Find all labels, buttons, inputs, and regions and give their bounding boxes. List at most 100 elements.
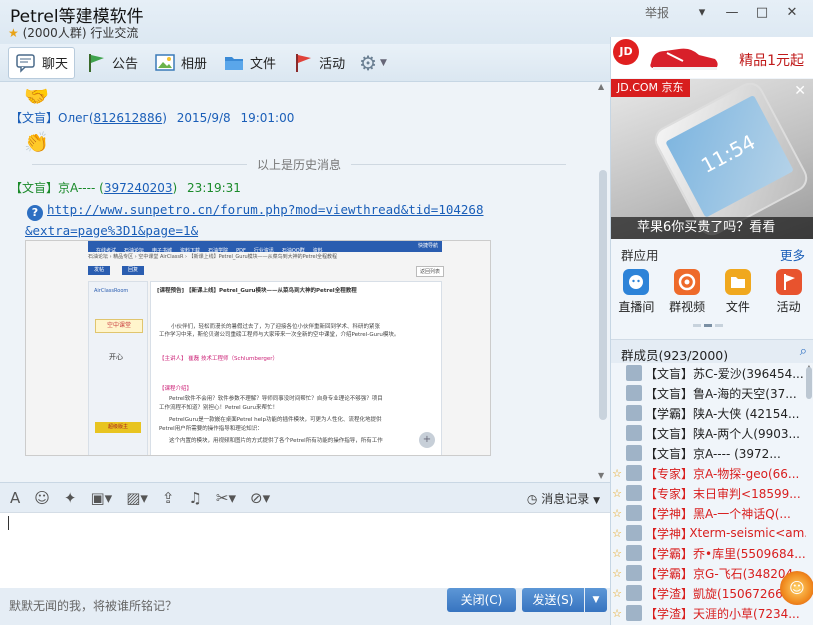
member-row[interactable]: ☆ 【学神】 黑A-一个神话Q(... [611, 503, 806, 523]
tab-album[interactable]: 相册 [148, 47, 213, 79]
music-icon[interactable]: ♫ [188, 489, 201, 507]
chevron-down-icon[interactable]: ▼ [380, 58, 387, 68]
report-link[interactable]: 举报 [645, 4, 669, 21]
avatar [626, 385, 642, 401]
zoom-in-icon[interactable]: + [419, 432, 435, 448]
font-icon[interactable]: A [10, 489, 20, 507]
members-scrollbar[interactable] [806, 367, 812, 399]
tab-announcement[interactable]: 公告 [79, 47, 144, 79]
jd-com-tag: JD.COM 京东 [611, 79, 690, 97]
send-options-chevron-icon[interactable]: ▼ [585, 588, 607, 612]
app-group-video[interactable]: 群视频 [664, 269, 710, 321]
member-row[interactable]: ☆ 【专家】 末日审判<18599... [611, 483, 806, 503]
jd-banner-ad[interactable]: JD 精品1元起 [611, 37, 813, 78]
member-name: 【文盲】 [645, 366, 694, 381]
member-row[interactable]: 【文盲】 陕A-两个人(9903... [611, 423, 806, 443]
apps-page-indicator[interactable] [693, 324, 723, 327]
tab-chat[interactable]: 聊天 [8, 46, 76, 79]
tab-activity[interactable]: 活动 [286, 47, 351, 79]
member-row[interactable]: ☆ 【学霸】 乔•库里(5509684... [611, 543, 806, 563]
handshake-emoji-icon: 🤝 [24, 84, 49, 108]
gear-icon[interactable]: ⚙ [359, 51, 377, 75]
maximize-button[interactable]: □ [747, 2, 777, 22]
message-link-line1[interactable]: http://www.sunpetro.cn/forum.php?mod=vie… [47, 202, 484, 217]
member-row[interactable]: 【文盲】 京A---- (3972... [611, 443, 806, 463]
sender-qq-close: ) [162, 111, 167, 125]
sender-qq[interactable]: 397240203 [104, 181, 173, 195]
gift-icon[interactable]: ▣▾ [90, 489, 112, 507]
magic-icon[interactable]: ✦ [64, 489, 77, 507]
member-row[interactable]: ☆ 【学渣】 天涯的小草(7234... [611, 603, 806, 623]
phone-screen-time: 11:54 [665, 94, 794, 218]
search-icon[interactable]: ⌕ [800, 344, 807, 359]
member-name: 【文盲】 [645, 446, 694, 461]
avatar [626, 525, 642, 541]
app-activity[interactable]: 活动 [766, 269, 812, 321]
shared-forum-screenshot[interactable]: 在线考试 石油论坛 电子书城 资料下载 石油学院 PDF 行业资讯 石油QQ群 资料 快捷导航 石… [25, 240, 491, 456]
group-apps: 直播间 群视频 文件 活动 [611, 269, 813, 321]
message-history-button[interactable]: ◷ 消息记录 ▼ [527, 490, 600, 507]
forum-reply-button: 回复 [122, 266, 144, 275]
member-row[interactable]: 【文盲】 苏C-爱沙(396454... [611, 363, 806, 383]
member-row[interactable]: ☆ 【专家】 京A-物探-geo(66... [611, 463, 806, 483]
member-list[interactable]: 【文盲】 苏C-爱沙(396454... 【文盲】 鲁A-海的天空(37... 【学霸】… [611, 363, 806, 625]
forum-text-line: 工作学习中来，斯伦贝谢公司重磅工程师与大家带来一次全新的空中课堂，介绍Petre… [159, 332, 400, 338]
forum-text-line: Petrel软件不会用？软件参数不理解？导师同事没时间帮忙？自身专业理论不够强？… [169, 396, 383, 402]
shake-icon[interactable]: ⊘▾ [250, 489, 270, 507]
chat-history[interactable]: 🤝 【文盲】Олег(812612886) 2015/9/8 19:01:00 … [0, 82, 610, 482]
close-icon[interactable]: ✕ [794, 83, 806, 99]
chevron-down-icon: ▼ [593, 496, 600, 506]
message-link-line2[interactable]: &extra=page%3D1&page=1& [25, 223, 198, 238]
member-name: 京A-物探-geo(66... [693, 466, 800, 481]
app-label: 群视频 [669, 300, 706, 314]
minimize-button[interactable]: — [717, 2, 747, 22]
sender-qq[interactable]: 812612886 [94, 111, 163, 125]
page-dot[interactable] [704, 324, 712, 327]
bottom-bar: 默默无闻的我，将被谁所铭记？ 关闭(C) 发送(S) ▼ [0, 588, 610, 625]
image-icon[interactable]: ▨▾ [126, 489, 148, 507]
iphone-ad[interactable]: JD.COM 京东 ✕ 11:54 苹果6你买贵了吗？看看 [611, 79, 813, 239]
member-name: 末日审判<18599... [693, 486, 801, 501]
member-name: 【学霸】 [645, 566, 694, 581]
member-name: 陕A-大侠 (42154... [693, 406, 800, 421]
member-row[interactable]: 【学霸】 陕A-大侠 (42154... [611, 403, 806, 423]
member-row[interactable]: ☆ 【学神】 Xterm-seismic<am... [611, 523, 806, 543]
upload-icon[interactable]: ⇪ [162, 489, 175, 507]
sender-name[interactable]: 京A---- [58, 181, 95, 195]
forum-text-line: PetrelGuru是一款嵌在桌面Petrel help功能的插件模块，可更为人… [169, 417, 382, 423]
member-rank-icon: ☆ [612, 566, 622, 580]
app-live-room[interactable]: 直播间 [613, 269, 659, 321]
app-label: 活动 [776, 300, 801, 314]
scrollbar-thumb[interactable] [599, 170, 607, 420]
member-row[interactable]: 【文盲】 鲁A-海的天空(37... [611, 383, 806, 403]
page-dot[interactable] [715, 324, 723, 327]
member-row[interactable]: ☆ 【学渣】 凱旋(1506726605) [611, 583, 806, 603]
history-separator: 以上是历史消息 [0, 154, 598, 174]
message-input[interactable] [0, 512, 610, 588]
tab-files[interactable]: 文件 [217, 47, 282, 79]
scroll-down-icon[interactable]: ▼ [598, 471, 604, 480]
notification-burst-icon[interactable]: ☺ [780, 571, 813, 605]
close-button[interactable]: 关闭(C) [447, 588, 516, 612]
tab-activity-label: 活动 [319, 57, 346, 72]
dropdown-arrow-icon[interactable]: ▾ [687, 2, 717, 22]
chat-scrollbar[interactable]: ▲ ▼ [598, 82, 608, 482]
emoji-icon[interactable]: ☺ [34, 489, 50, 507]
member-rank-icon: ☆ [612, 466, 622, 480]
sender-name[interactable]: Олег( [58, 111, 93, 125]
send-button[interactable]: 发送(S) [522, 588, 584, 612]
member-name: Xterm-seismic<am... [689, 526, 806, 540]
apps-more-link[interactable]: 更多 [780, 245, 805, 264]
forum-rank-badge: 超级版主 [95, 422, 141, 433]
member-rank-icon: ☆ [612, 526, 622, 540]
app-file[interactable]: 文件 [715, 269, 761, 321]
tab-album-label: 相册 [181, 57, 208, 72]
forum-board-badge: 空中课堂 [95, 319, 143, 333]
scroll-up-icon[interactable]: ▲ [598, 82, 604, 91]
member-row[interactable]: ☆ 【学霸】 京G-飞石(348204... [611, 563, 806, 583]
member-title: 【文盲】 [10, 111, 59, 125]
clap-emoji-icon: 👏 [24, 130, 49, 154]
close-window-button[interactable]: ✕ [777, 2, 807, 22]
scissors-icon[interactable]: ✂▾ [216, 489, 236, 507]
page-dot[interactable] [693, 324, 701, 327]
